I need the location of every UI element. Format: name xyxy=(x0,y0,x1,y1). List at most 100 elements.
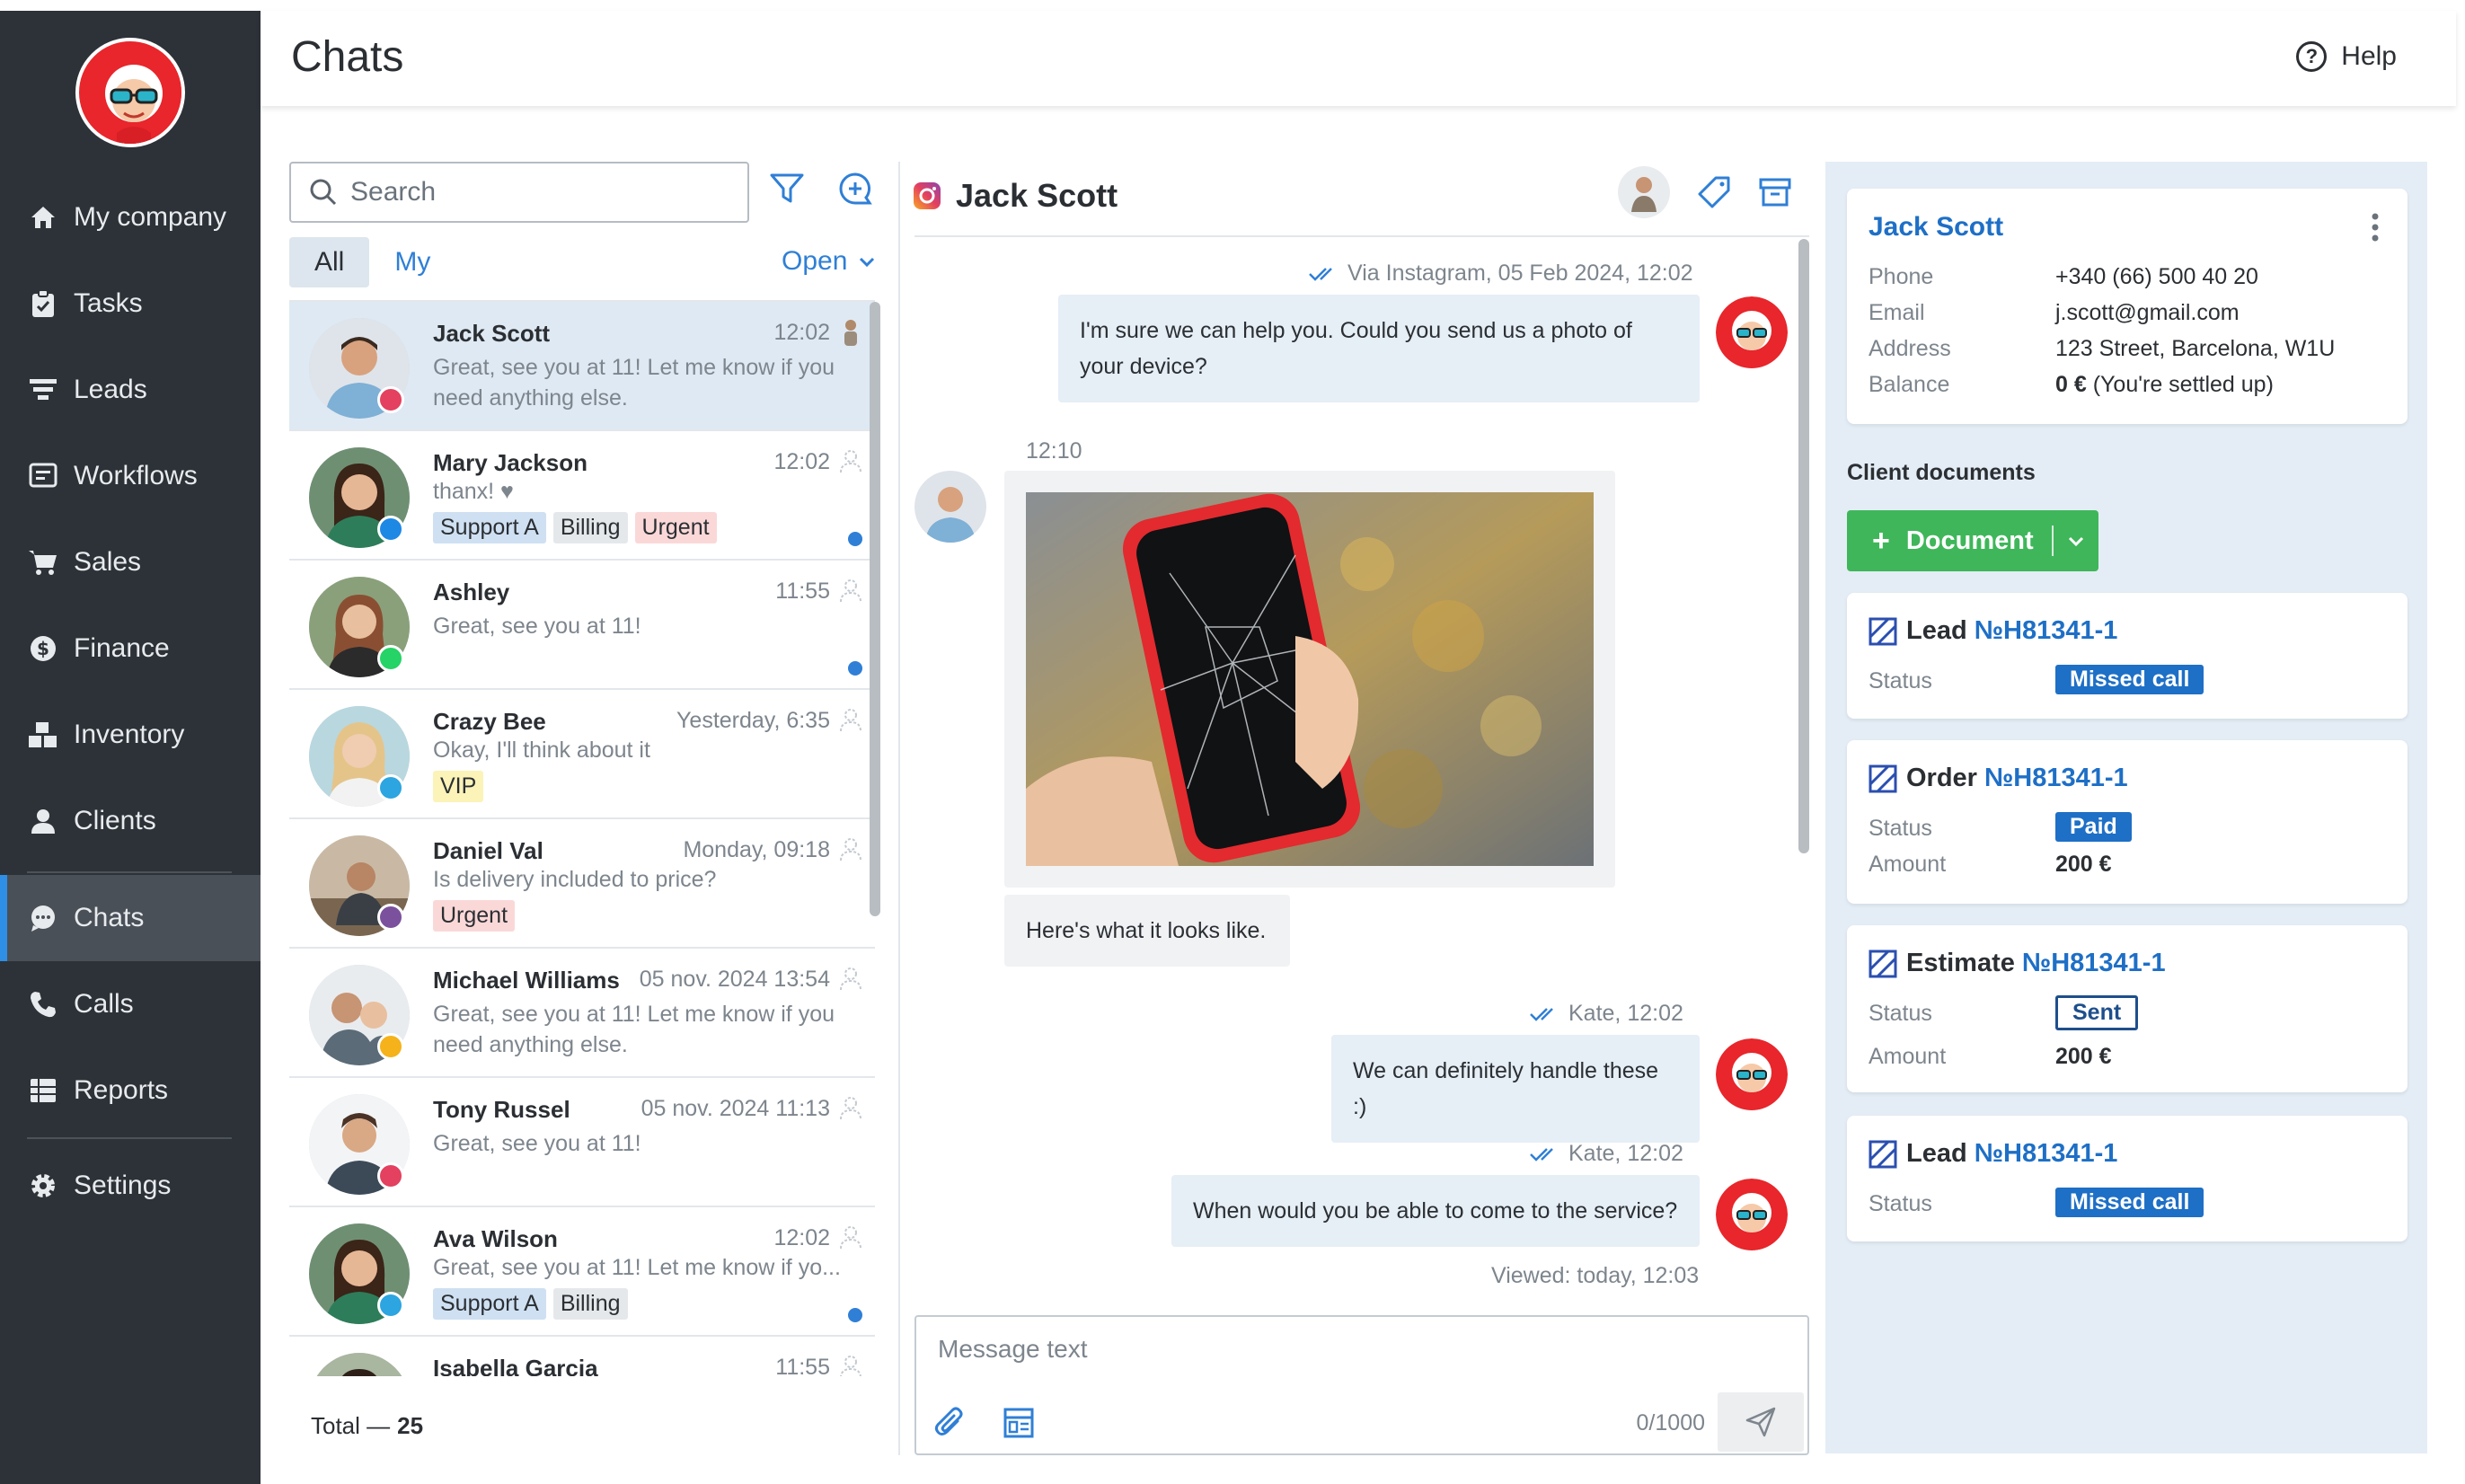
sidebar-item-label: Settings xyxy=(74,1170,172,1200)
client-address: 123 Street, Barcelona, W1U xyxy=(2055,336,2336,361)
chat-row-jack-scott[interactable]: Jack Scott 12:02 Great, see you at 11! L… xyxy=(289,302,875,431)
assign-agent-button[interactable] xyxy=(1617,165,1671,224)
sidebar-item-finance[interactable]: $ Finance xyxy=(0,605,261,692)
chat-name: Mary Jackson xyxy=(433,449,588,476)
attach-button[interactable] xyxy=(934,1407,965,1444)
svg-text:$: $ xyxy=(37,638,49,659)
new-chat-button[interactable] xyxy=(837,171,873,211)
sidebar-item-settings[interactable]: Settings xyxy=(0,1143,261,1229)
document-card-order[interactable]: Order №H81341-1 Status Paid Amount 200 € xyxy=(1847,740,2408,904)
chat-row-mary-jackson[interactable]: Mary Jackson 12:02 thanx! ♥ Support A Bi… xyxy=(289,431,875,561)
plus-icon: + xyxy=(1872,523,1890,558)
conversation-scrollbar[interactable] xyxy=(1798,239,1809,853)
status-badge: Paid xyxy=(2055,812,2132,842)
sidebar-item-calls[interactable]: Calls xyxy=(0,961,261,1047)
search-input[interactable]: Search xyxy=(289,162,749,223)
message-meta: Kate, 12:02 xyxy=(1529,1141,1683,1167)
tag: Billing xyxy=(552,512,628,543)
sidebar-item-tasks[interactable]: Tasks xyxy=(0,261,261,347)
unassigned-icon[interactable] xyxy=(835,446,866,476)
chat-total: Total —25 xyxy=(311,1412,423,1440)
conversation-actions xyxy=(1617,165,1793,224)
chevron-down-icon[interactable] xyxy=(2066,533,2086,549)
filter-button[interactable] xyxy=(769,172,805,209)
unassigned-icon[interactable] xyxy=(835,1222,866,1252)
client-email[interactable]: j.scott@gmail.com xyxy=(2055,300,2240,326)
tab-my[interactable]: My xyxy=(369,237,455,287)
unassigned-icon[interactable] xyxy=(835,1351,866,1376)
chat-list-scrollbar[interactable] xyxy=(870,302,880,916)
chat-row-crazy-bee[interactable]: Crazy Bee Yesterday, 6:35 Okay, I'll thi… xyxy=(289,690,875,819)
chat-tabs: All My xyxy=(289,237,455,287)
document-number[interactable]: №H81341-1 xyxy=(2022,949,2166,978)
chat-preview: thanx! ♥ xyxy=(433,479,514,504)
chat-row-tony-russel[interactable]: Tony Russel 05 nov. 2024 11:13 Great, se… xyxy=(289,1078,875,1207)
conversation-header-border xyxy=(914,235,1809,237)
tab-all[interactable]: All xyxy=(289,237,370,287)
tag: Urgent xyxy=(634,512,717,543)
unassigned-icon[interactable] xyxy=(835,704,866,735)
chat-row-daniel-val[interactable]: Daniel Val Monday, 09:18 Is delivery inc… xyxy=(289,819,875,949)
chat-time: 12:02 xyxy=(773,320,830,345)
tag-button[interactable] xyxy=(1696,174,1732,215)
sidebar-item-reports[interactable]: Reports xyxy=(0,1047,261,1134)
chat-time: 12:02 xyxy=(773,1225,830,1250)
chat-row-isabella-garcia[interactable]: Isabella Garcia 11:55 xyxy=(289,1337,875,1376)
field-label: Email xyxy=(1869,300,1925,325)
document-card-lead[interactable]: Lead №H81341-1 Status Missed call xyxy=(1847,593,2408,719)
message-meta: 12:10 xyxy=(1026,438,1082,464)
instagram-icon xyxy=(377,386,404,413)
unassigned-icon[interactable] xyxy=(835,1092,866,1123)
send-button[interactable] xyxy=(1718,1392,1804,1452)
help-button[interactable]: ? Help xyxy=(2296,41,2397,72)
message-input[interactable]: Message text xyxy=(938,1335,1088,1364)
add-document-button[interactable]: + Document xyxy=(1847,510,2098,571)
document-title: Order №H81341-1 xyxy=(1869,764,2128,793)
unassigned-icon[interactable] xyxy=(835,834,866,864)
document-number[interactable]: №H81341-1 xyxy=(1975,616,2118,646)
document-number[interactable]: №H81341-1 xyxy=(1975,1139,2118,1169)
chat-time: Yesterday, 6:35 xyxy=(676,708,830,733)
more-options-button[interactable] xyxy=(2370,212,2381,247)
chat-row-michael-williams[interactable]: Michael Williams 05 nov. 2024 13:54 Grea… xyxy=(289,949,875,1078)
document-title: Estimate №H81341-1 xyxy=(1869,949,2166,978)
templates-button[interactable] xyxy=(1003,1407,1035,1444)
mascot-icon xyxy=(82,44,181,144)
sidebar-item-chats[interactable]: Chats xyxy=(0,875,261,961)
chat-name: Michael Williams xyxy=(433,967,620,994)
archive-button[interactable] xyxy=(1757,174,1793,215)
company-logo[interactable] xyxy=(75,38,185,147)
tag: Support A xyxy=(433,1288,546,1320)
client-phone[interactable]: +340 (66) 500 40 20 xyxy=(2055,264,2258,290)
document-number[interactable]: №H81341-1 xyxy=(1984,764,2128,793)
chat-icon xyxy=(27,902,59,934)
message-meta: Kate, 12:02 xyxy=(1529,1001,1683,1027)
chat-row-ava-wilson[interactable]: Ava Wilson 12:02 Great, see you at 11! L… xyxy=(289,1207,875,1337)
gear-icon xyxy=(27,1170,59,1202)
page-header: Chats ? Help xyxy=(261,11,2456,106)
unassigned-icon[interactable] xyxy=(835,963,866,994)
chat-time: 12:02 xyxy=(773,449,830,474)
sidebar-item-inventory[interactable]: Inventory xyxy=(0,692,261,778)
double-check-icon xyxy=(1309,267,1332,281)
chat-name: Jack Scott xyxy=(433,320,551,347)
document-card-estimate[interactable]: Estimate №H81341-1 Status Sent Amount 200… xyxy=(1847,925,2408,1092)
client-name[interactable]: Jack Scott xyxy=(1869,212,2003,243)
sidebar-item-leads[interactable]: Leads xyxy=(0,347,261,433)
sidebar-item-my-company[interactable]: My company xyxy=(0,174,261,261)
user-icon xyxy=(27,805,59,837)
field-label: Amount xyxy=(1869,852,1947,877)
unassigned-icon[interactable] xyxy=(835,575,866,605)
sidebar-item-sales[interactable]: Sales xyxy=(0,519,261,605)
chat-name: Crazy Bee xyxy=(433,708,546,735)
message-composer[interactable]: Message text 0/1000 xyxy=(914,1315,1809,1455)
status-filter-dropdown[interactable]: Open xyxy=(782,246,878,277)
unread-indicator xyxy=(848,661,862,676)
chat-row-ashley[interactable]: Ashley 11:55 Great, see you at 11! xyxy=(289,561,875,690)
sidebar-item-workflows[interactable]: Workflows xyxy=(0,433,261,519)
sidebar-item-clients[interactable]: Clients xyxy=(0,778,261,864)
cracked-phone-photo[interactable] xyxy=(1026,492,1594,866)
field-label: Status xyxy=(1869,1191,1932,1216)
search-placeholder: Search xyxy=(350,177,437,207)
document-card-lead[interactable]: Lead №H81341-1 Status Missed call xyxy=(1847,1116,2408,1241)
